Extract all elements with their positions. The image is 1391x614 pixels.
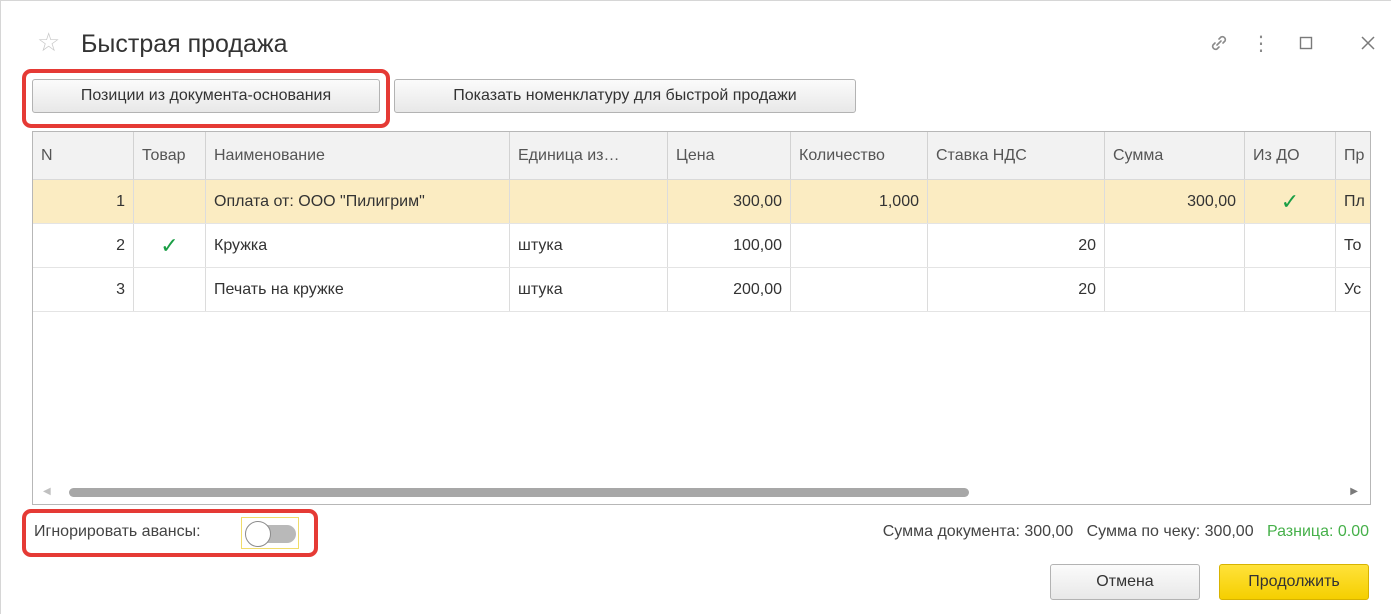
cell-quantity (791, 268, 928, 311)
cell-goods (134, 180, 206, 223)
cell-extra: Ус (1344, 280, 1362, 298)
cell-vat-rate: 20 (928, 268, 1105, 311)
column-header-unit[interactable]: Единица из… (510, 132, 668, 179)
cell-from-do (1245, 224, 1336, 267)
from-base-document-button[interactable]: Позиции из документа-основания (32, 79, 380, 113)
cell-from-do-check: ✓ (1245, 180, 1336, 223)
scroll-right-arrow-icon[interactable]: ▶ (1350, 486, 1358, 497)
cell-quantity: 1,000 (791, 180, 928, 223)
ignore-advances-label: Игнорировать авансы: (34, 523, 201, 540)
column-header-n[interactable]: N (33, 132, 134, 179)
cell-extra: То (1344, 236, 1362, 254)
window-title: Быстрая продажа (81, 30, 288, 58)
cell-name: Оплата от: ООО "Пилигрим" (206, 180, 510, 223)
cell-goods (134, 268, 206, 311)
horizontal-scrollbar[interactable]: ◀ ▶ (33, 482, 1370, 504)
cell-quantity (791, 224, 928, 267)
cell-unit (510, 180, 668, 223)
maximize-icon[interactable] (1291, 25, 1321, 61)
scroll-left-arrow-icon[interactable]: ◀ (43, 486, 51, 497)
toggle-knob (245, 521, 271, 547)
cell-unit: штука (510, 268, 668, 311)
table-row[interactable]: 1 Оплата от: ООО "Пилигрим" 300,00 1,000… (33, 180, 1370, 224)
close-icon[interactable] (1353, 25, 1383, 61)
cell-sum (1105, 224, 1245, 267)
continue-button[interactable]: Продолжить (1219, 564, 1369, 600)
difference-text: Разница: 0.00 (1266, 523, 1369, 540)
table-header-row: N Товар Наименование Единица из… Цена Ко… (33, 132, 1370, 180)
column-header-vat-rate[interactable]: Ставка НДС (928, 132, 1105, 179)
cell-vat-rate (928, 180, 1105, 223)
cell-extra: Пл (1344, 192, 1365, 210)
column-header-from-do[interactable]: Из ДО (1245, 132, 1336, 179)
cancel-button[interactable]: Отмена (1050, 564, 1200, 600)
cell-n: 3 (33, 268, 134, 311)
more-icon[interactable]: ⋮ (1246, 25, 1276, 61)
receipt-sum-text: Сумма по чеку: 300,00 (1086, 523, 1254, 540)
link-icon-svg (1211, 35, 1227, 51)
table-row[interactable]: 3 Печать на кружке штука 200,00 20 Ус (33, 268, 1370, 312)
column-header-quantity[interactable]: Количество (791, 132, 928, 179)
items-table: N Товар Наименование Единица из… Цена Ко… (32, 131, 1371, 505)
show-nomenclature-button[interactable]: Показать номенклатуру для быстрой продаж… (394, 79, 856, 113)
cell-goods-check: ✓ (134, 224, 206, 267)
totals-line: Сумма документа: 300,00 Сумма по чеку: 3… (883, 523, 1369, 541)
cell-from-do (1245, 268, 1336, 311)
cell-sum (1105, 268, 1245, 311)
star-icon[interactable]: ☆ (37, 29, 60, 55)
cell-price: 100,00 (668, 224, 791, 267)
close-icon-svg (1361, 36, 1375, 50)
column-header-price[interactable]: Цена (668, 132, 791, 179)
table-row[interactable]: 2 ✓ Кружка штука 100,00 20 То (33, 224, 1370, 268)
cell-price: 300,00 (668, 180, 791, 223)
quick-sale-window: ☆ Быстрая продажа ⋮ Позиции из документа… (0, 0, 1391, 614)
maximize-icon-svg (1299, 36, 1313, 50)
cell-vat-rate: 20 (928, 224, 1105, 267)
column-header-extra[interactable]: Пр (1336, 132, 1370, 179)
cell-n: 2 (33, 224, 134, 267)
cell-unit: штука (510, 224, 668, 267)
scrollbar-thumb[interactable] (69, 488, 969, 497)
column-header-sum[interactable]: Сумма (1105, 132, 1245, 179)
cell-name: Печать на кружке (206, 268, 510, 311)
cell-name: Кружка (206, 224, 510, 267)
link-icon[interactable] (1204, 25, 1234, 61)
document-sum-text: Сумма документа: 300,00 (882, 523, 1074, 540)
column-header-goods[interactable]: Товар (134, 132, 206, 179)
title-bar: ☆ Быстрая продажа ⋮ (1, 1, 1391, 65)
cell-sum: 300,00 (1105, 180, 1245, 223)
ignore-advances-toggle[interactable] (241, 517, 299, 549)
column-header-name[interactable]: Наименование (206, 132, 510, 179)
cell-price: 200,00 (668, 268, 791, 311)
cell-n: 1 (33, 180, 134, 223)
